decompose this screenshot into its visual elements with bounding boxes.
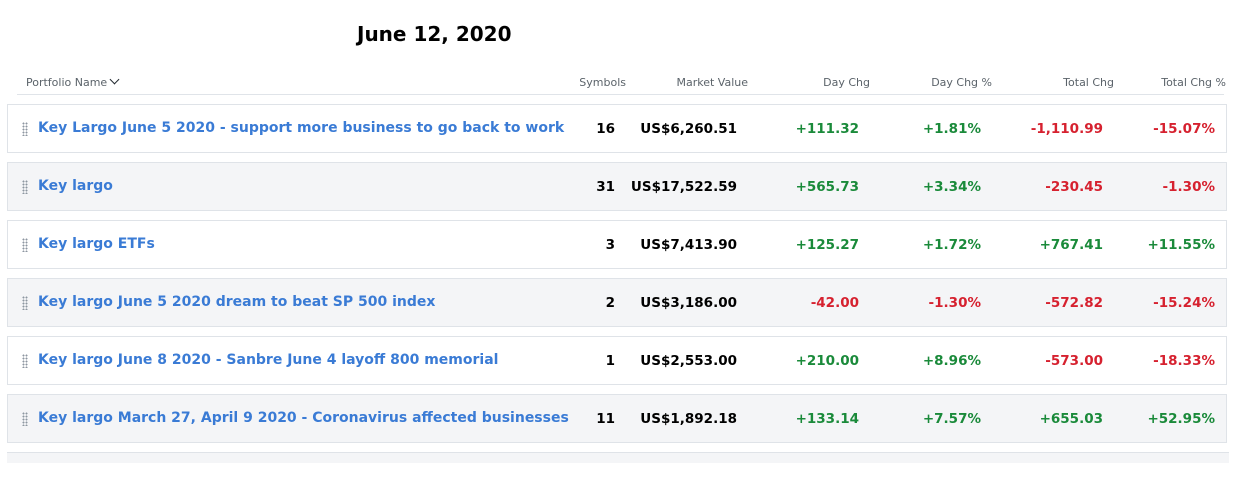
total-chg-header[interactable]: Total Chg [1063, 76, 1114, 89]
total-change-percent: -1.30% [1162, 179, 1215, 195]
total-change-percent: +11.55% [1147, 237, 1215, 253]
market-value: US$2,553.00 [640, 353, 737, 369]
drag-handle-icon[interactable] [22, 180, 28, 194]
day-change: -42.00 [810, 295, 859, 311]
market-value: US$1,892.18 [640, 411, 737, 427]
table-header: Portfolio Name Symbols Market Value Day … [8, 72, 1229, 94]
drag-handle-icon[interactable] [22, 122, 28, 136]
table-row-partial [7, 452, 1229, 463]
total-change-percent: -15.24% [1153, 295, 1215, 311]
market-value: US$3,186.00 [640, 295, 737, 311]
table-row[interactable]: Key largo June 8 2020 - Sanbre June 4 la… [7, 336, 1227, 385]
sort-portfolio-name-button[interactable]: Portfolio Name [26, 74, 120, 89]
drag-handle-icon[interactable] [22, 354, 28, 368]
table-row[interactable]: Key largo March 27, April 9 2020 - Coron… [7, 394, 1227, 443]
symbols-count: 1 [605, 353, 615, 369]
day-change: +111.32 [795, 121, 859, 137]
page-title: June 12, 2020 [357, 22, 512, 46]
symbols-count: 16 [596, 121, 615, 137]
portfolio-name-link[interactable]: Key largo March 27, April 9 2020 - Coron… [38, 410, 569, 426]
day-chg-pct-header[interactable]: Day Chg % [931, 76, 992, 89]
drag-handle-icon[interactable] [22, 296, 28, 310]
portfolio-name-link[interactable]: Key Largo June 5 2020 - support more bus… [38, 120, 564, 136]
drag-handle-icon[interactable] [22, 412, 28, 426]
portfolio-name-link[interactable]: Key largo June 8 2020 - Sanbre June 4 la… [38, 352, 498, 368]
table-row[interactable]: Key largo ETFs 3 US$7,413.90 +125.27 +1.72% +… [7, 220, 1227, 269]
day-change-percent: +8.96% [922, 353, 981, 369]
portfolio-name-link[interactable]: Key largo ETFs [38, 236, 155, 252]
day-change-percent: +3.34% [922, 179, 981, 195]
symbols-count: 2 [605, 295, 615, 311]
day-change-percent: +1.81% [922, 121, 981, 137]
symbols-count: 11 [596, 411, 615, 427]
symbols-count: 3 [605, 237, 615, 253]
total-change: -1,110.99 [1030, 121, 1103, 137]
day-chg-header[interactable]: Day Chg [823, 76, 870, 89]
total-change: -230.45 [1045, 179, 1103, 195]
total-change-percent: -15.07% [1153, 121, 1215, 137]
portfolio-name-link[interactable]: Key largo June 5 2020 dream to beat SP 5… [38, 294, 435, 310]
header-divider [17, 94, 1224, 95]
portfolio-name-link[interactable]: Key largo [38, 178, 113, 194]
day-change: +133.14 [795, 411, 859, 427]
total-chg-pct-header[interactable]: Total Chg % [1161, 76, 1226, 89]
day-change-percent: +7.57% [922, 411, 981, 427]
table-row[interactable]: Key Largo June 5 2020 - support more bus… [7, 104, 1227, 153]
table-row[interactable]: Key largo June 5 2020 dream to beat SP 5… [7, 278, 1227, 327]
total-change-percent: +52.95% [1147, 411, 1215, 427]
market-value-header[interactable]: Market Value [676, 76, 748, 89]
total-change: +767.41 [1039, 237, 1103, 253]
day-change: +210.00 [795, 353, 859, 369]
symbols-header[interactable]: Symbols [579, 76, 626, 89]
market-value: US$7,413.90 [640, 237, 737, 253]
symbols-count: 31 [596, 179, 615, 195]
drag-handle-icon[interactable] [22, 238, 28, 252]
day-change: +125.27 [795, 237, 859, 253]
total-change-percent: -18.33% [1153, 353, 1215, 369]
day-change-percent: -1.30% [928, 295, 981, 311]
market-value: US$6,260.51 [640, 121, 737, 137]
day-change-percent: +1.72% [922, 237, 981, 253]
table-row[interactable]: Key largo 31 US$17,522.59 +565.73 +3.34% -230… [7, 162, 1227, 211]
market-value: US$17,522.59 [630, 179, 737, 195]
total-change: -573.00 [1045, 353, 1103, 369]
total-change: +655.03 [1039, 411, 1103, 427]
portfolio-name-header: Portfolio Name [26, 76, 108, 89]
total-change: -572.82 [1045, 295, 1103, 311]
day-change: +565.73 [795, 179, 859, 195]
chevron-down-icon [109, 74, 120, 85]
